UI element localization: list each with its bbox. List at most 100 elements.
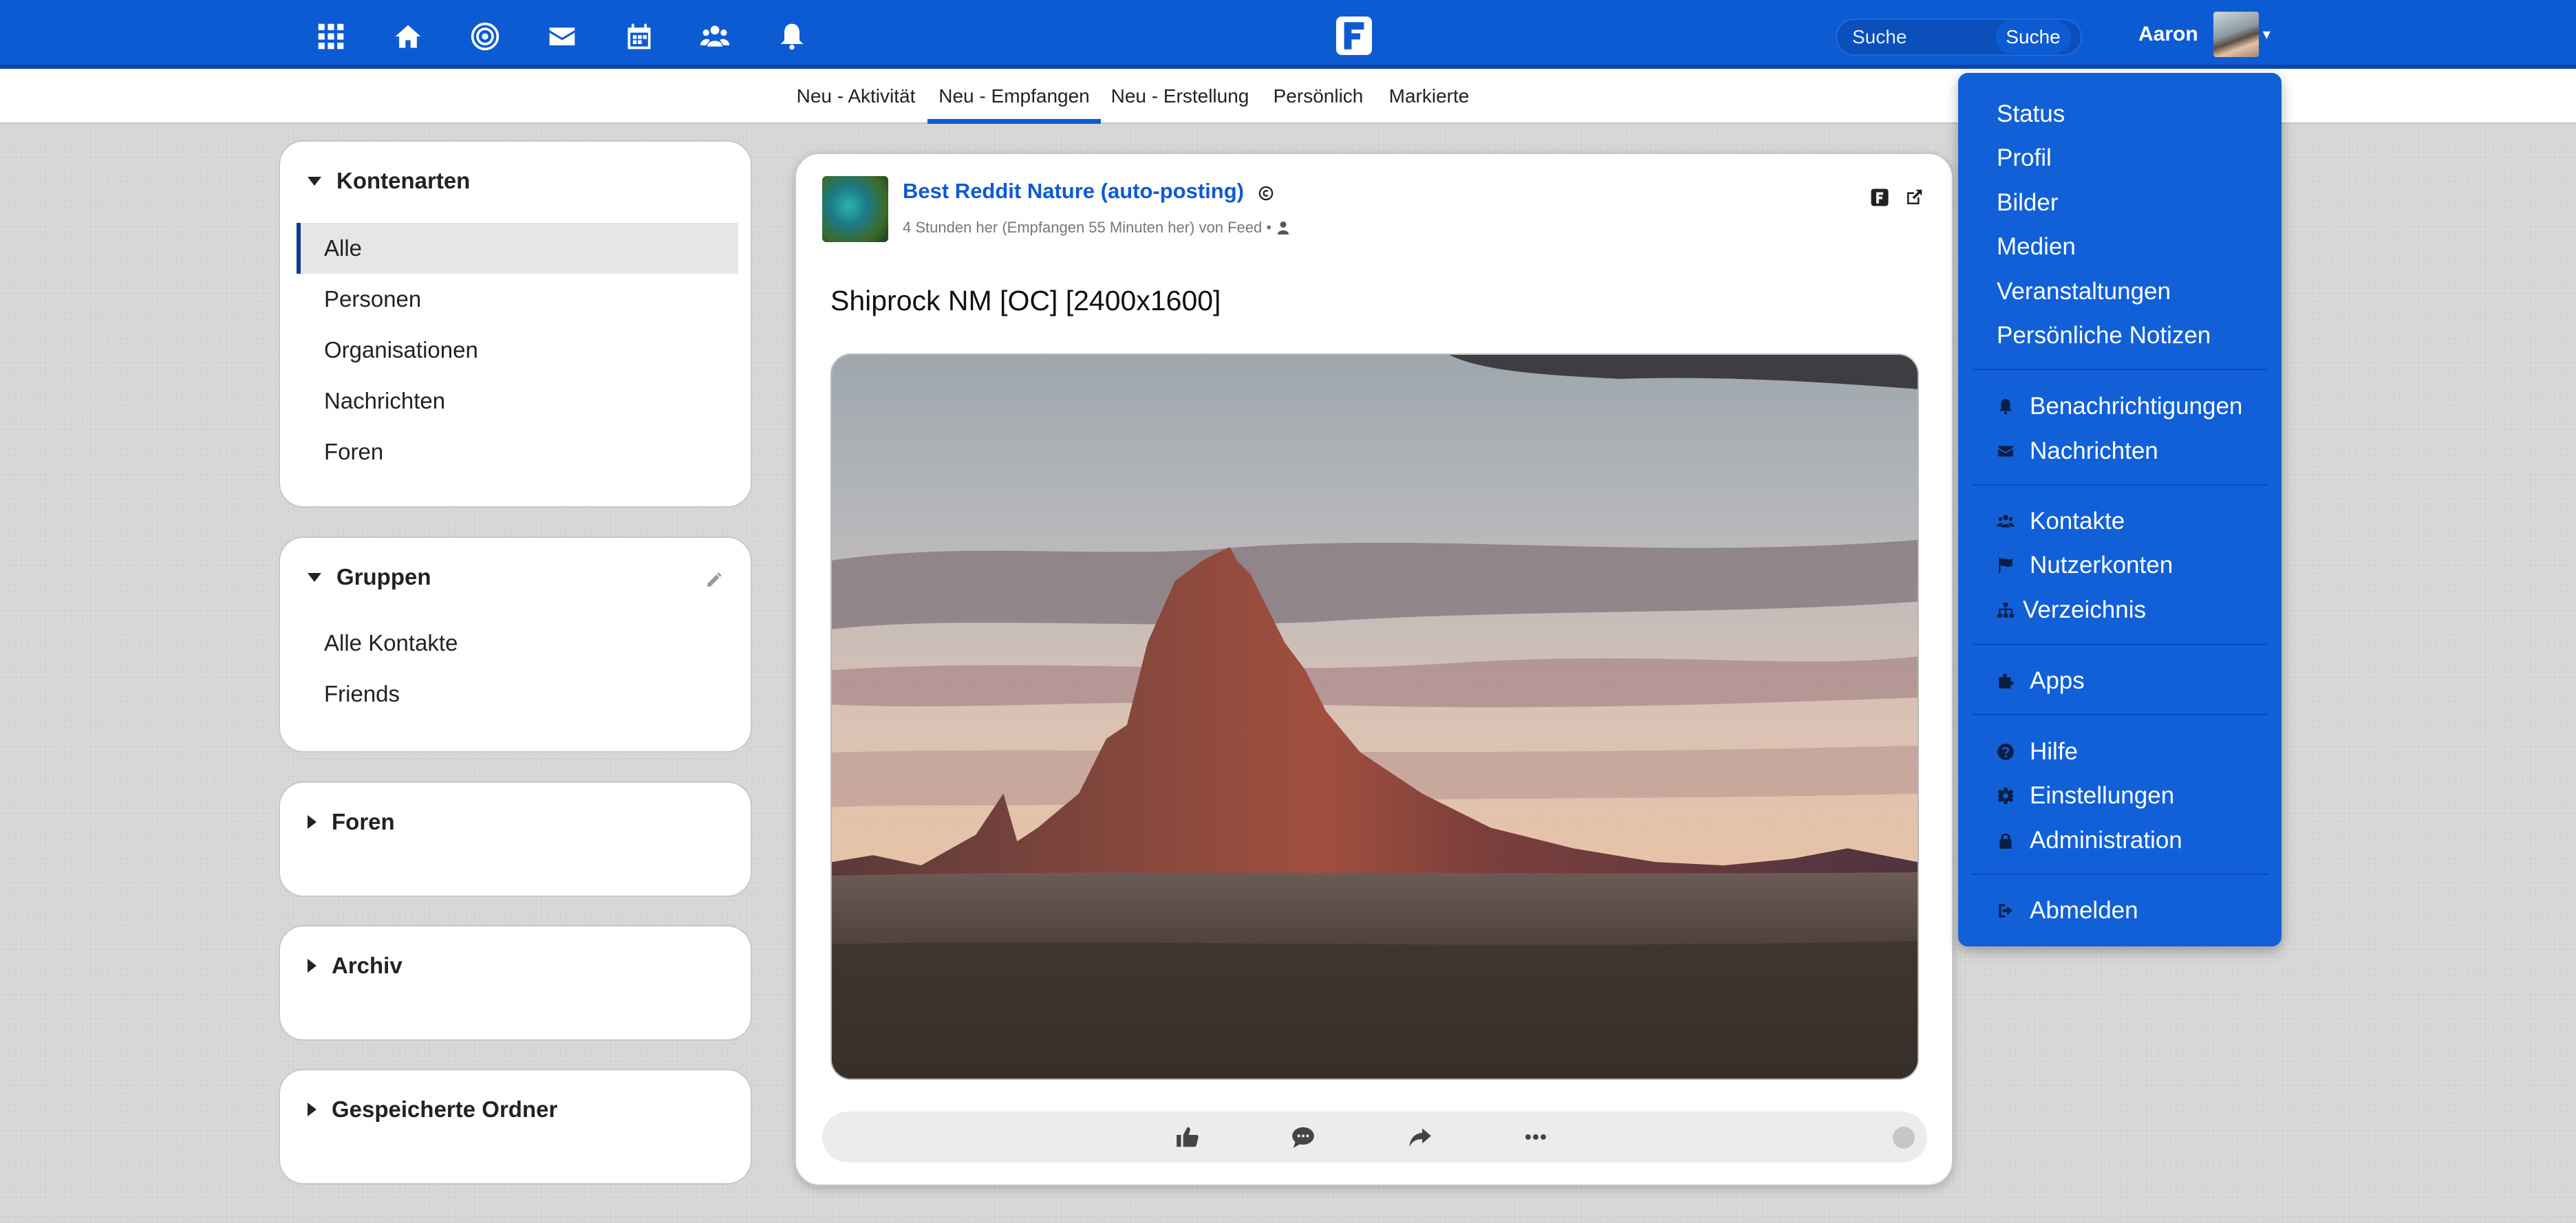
menu-logout[interactable]: Abmelden <box>1997 890 2138 931</box>
account-types-title: Kontenarten <box>336 168 471 193</box>
tab-new-created[interactable]: Neu - Erstellung <box>1109 69 1251 124</box>
menu-divider <box>1972 484 2268 486</box>
lock-icon <box>1999 833 2012 849</box>
menu-label: Verzeichnis <box>2023 596 2146 623</box>
gear-icon <box>1997 788 2015 804</box>
archive-toggle[interactable]: Archiv <box>308 953 402 979</box>
users-icon <box>1997 515 2015 528</box>
saved-folders-title: Gespeicherte Ordner <box>332 1096 558 1122</box>
account-types-toggle[interactable]: Kontenarten <box>308 168 470 194</box>
post-author-avatar[interactable] <box>822 176 888 242</box>
menu-label: Kontakte <box>2030 508 2125 534</box>
saved-folders-widget: Gespeicherte Ordner <box>279 1069 752 1184</box>
menu-events[interactable]: Veranstaltungen <box>1997 271 2171 312</box>
share-icon[interactable] <box>1407 1124 1433 1150</box>
menu-notifications[interactable]: Benachrichtigungen <box>1997 386 2242 427</box>
copyright-icon <box>1258 186 1274 201</box>
notifications-bell-icon[interactable] <box>776 21 808 52</box>
menu-personal-notes[interactable]: Persönliche Notizen <box>1997 315 2211 356</box>
menu-label: Hilfe <box>2030 738 2079 765</box>
menu-divider <box>1972 874 2268 875</box>
account-type-all[interactable]: Alle <box>297 223 738 274</box>
menu-photos[interactable]: Bilder <box>1997 182 2058 224</box>
forums-widget: Foren <box>279 781 752 897</box>
friendica-logo-icon[interactable] <box>1336 17 1372 55</box>
account-type-organisations[interactable]: Organisationen <box>297 325 738 376</box>
groups-widget: Gruppen Alle Kontakte Friends <box>279 537 752 753</box>
group-friends[interactable]: Friends <box>297 669 738 719</box>
tab-new-received[interactable]: Neu - Empfangen <box>927 69 1101 124</box>
archive-title: Archiv <box>332 953 402 978</box>
menu-messages[interactable]: Nachrichten <box>1997 431 2158 472</box>
menu-contacts[interactable]: Kontakte <box>1997 501 2125 542</box>
tab-new-activity[interactable]: Neu - Aktivität <box>793 69 919 124</box>
search-button[interactable]: Suche <box>1995 21 2071 54</box>
menu-label: Bilder <box>1997 189 2059 216</box>
menu-media[interactable]: Medien <box>1997 226 2076 268</box>
top-navbar: Suche Aaron ▾ <box>0 0 2576 69</box>
caret-right-icon <box>308 815 316 829</box>
post-meta-text: 4 Stunden her (Empfangen 55 Minuten her)… <box>903 219 1272 236</box>
menu-divider <box>1972 369 2268 370</box>
groups-toggle[interactable]: Gruppen <box>308 564 431 590</box>
caret-right-icon <box>308 1103 316 1116</box>
archive-widget: Archiv <box>279 925 752 1041</box>
group-all-contacts[interactable]: Alle Kontakte <box>297 618 738 669</box>
friendica-source-icon[interactable] <box>1869 187 1890 208</box>
puzzle-icon <box>1999 673 2014 689</box>
home-icon[interactable] <box>392 21 424 52</box>
menu-help[interactable]: Hilfe <box>1997 731 2078 772</box>
envelope-icon <box>1998 446 2013 457</box>
saved-folders-toggle[interactable]: Gespeicherte Ordner <box>308 1096 557 1123</box>
menu-label: Persönliche Notizen <box>1997 322 2211 349</box>
flag-icon <box>1999 558 2012 573</box>
menu-label: Status <box>1997 100 2065 127</box>
post-author-link[interactable]: Best Reddit Nature (auto-posting) <box>903 179 1244 204</box>
search-form: Suche <box>1836 19 2082 56</box>
contacts-group-icon[interactable] <box>699 21 731 52</box>
menu-accounts[interactable]: Nutzerkonten <box>1997 545 2173 586</box>
avatar <box>2213 12 2259 57</box>
question-icon <box>1997 744 2014 760</box>
apps-grid-icon[interactable] <box>315 21 347 52</box>
account-type-forums[interactable]: Foren <box>297 426 738 477</box>
post-tools <box>1869 187 1924 208</box>
post-action-bar <box>822 1112 1927 1162</box>
menu-apps[interactable]: Apps <box>1997 660 2085 702</box>
account-types-widget: Kontenarten Alle Personen Organisationen… <box>279 140 752 508</box>
menu-label: Benachrichtigungen <box>2030 393 2243 420</box>
more-icon[interactable] <box>1523 1124 1549 1150</box>
bell-icon <box>1999 399 2012 415</box>
menu-label: Einstellungen <box>2030 782 2175 809</box>
search-input[interactable] <box>1837 20 1995 54</box>
menu-divider <box>1972 714 2268 715</box>
user-menu-toggle[interactable]: Aaron ▾ <box>2133 0 2277 69</box>
forums-toggle[interactable]: Foren <box>308 809 395 835</box>
menu-administration[interactable]: Administration <box>1997 820 2182 861</box>
post-photo[interactable] <box>830 354 1919 1080</box>
edit-pencil-icon[interactable] <box>705 571 723 589</box>
post-title: Shiprock NM [OC] [2400x1600] <box>830 285 1221 316</box>
menu-label: Abmelden <box>2030 897 2138 924</box>
comment-icon[interactable] <box>1290 1124 1316 1150</box>
menu-status[interactable]: Status <box>1997 94 2065 135</box>
menu-settings[interactable]: Einstellungen <box>1997 775 2174 816</box>
account-type-persons[interactable]: Personen <box>297 274 738 325</box>
calendar-icon[interactable] <box>623 21 655 52</box>
network-target-icon[interactable] <box>469 21 501 52</box>
sitemap-icon <box>1997 603 2014 618</box>
menu-divider <box>1972 644 2268 645</box>
menu-label: Nachrichten <box>2030 437 2158 464</box>
sign-out-icon <box>1999 904 2012 918</box>
caret-down-icon <box>308 572 321 582</box>
groups-title: Gruppen <box>336 564 431 589</box>
account-type-news[interactable]: Nachrichten <box>297 376 738 426</box>
external-link-icon[interactable] <box>1904 187 1924 208</box>
tab-personal[interactable]: Persönlich <box>1269 69 1368 124</box>
like-icon[interactable] <box>1174 1124 1201 1150</box>
menu-profile[interactable]: Profil <box>1997 138 2052 179</box>
menu-label: Veranstaltungen <box>1997 278 2171 305</box>
tab-starred[interactable]: Markierte <box>1382 69 1477 124</box>
messages-envelope-icon[interactable] <box>546 21 578 52</box>
menu-directory[interactable]: Verzeichnis <box>1997 589 2146 631</box>
